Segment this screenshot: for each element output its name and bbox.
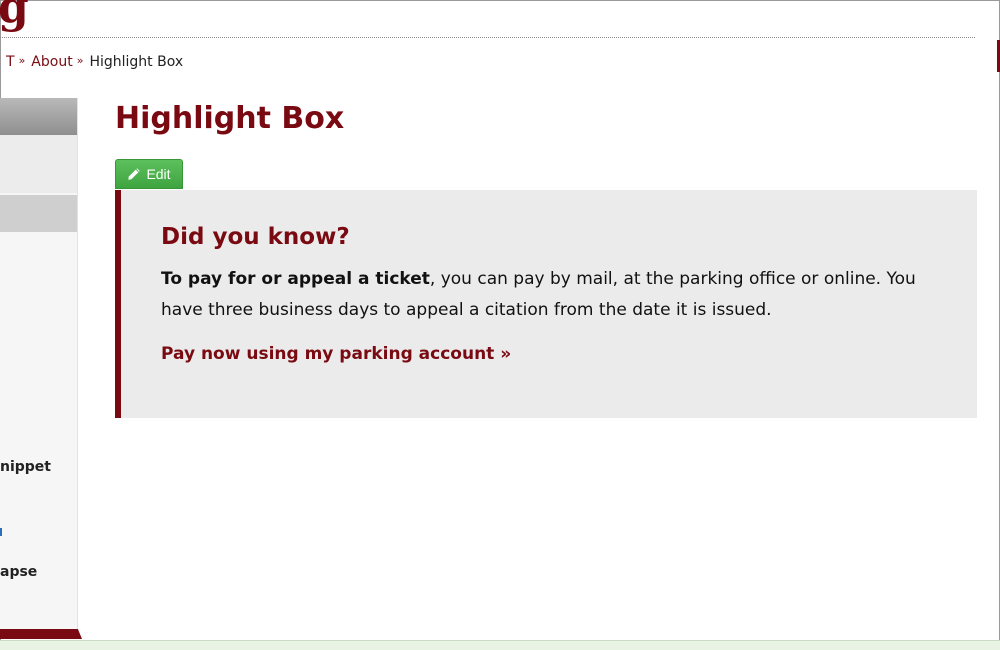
sidebar: nippet apse — [0, 98, 78, 638]
sidebar-footer-bar — [0, 629, 82, 639]
sidebar-header — [0, 98, 77, 135]
breadcrumb-link-home[interactable]: T — [6, 54, 15, 70]
edit-button[interactable]: Edit — [115, 159, 183, 189]
pay-now-link[interactable]: Pay now using my parking account » — [161, 344, 511, 364]
highlight-box: Did you know? To pay for or appeal a tic… — [115, 190, 977, 418]
breadcrumb-link-about[interactable]: About — [31, 54, 72, 70]
breadcrumb-current: Highlight Box — [89, 54, 184, 70]
header-divider — [0, 37, 975, 38]
breadcrumb-separator: » — [18, 54, 26, 67]
highlight-body: To pay for or appeal a ticket, you can p… — [161, 264, 937, 326]
highlight-heading: Did you know? — [161, 224, 350, 250]
sidebar-item-collapse[interactable]: apse — [0, 564, 37, 580]
edit-button-label: Edit — [146, 166, 171, 182]
pencil-icon — [128, 168, 141, 180]
sidebar-item-snippet[interactable]: nippet — [0, 459, 51, 475]
sidebar-link-marker — [0, 528, 2, 536]
site-logo[interactable]: g — [0, 0, 29, 30]
breadcrumb-separator: » — [76, 54, 84, 67]
sidebar-item-active[interactable] — [0, 195, 77, 232]
breadcrumb: T» About» Highlight Box — [6, 54, 183, 70]
sidebar-item[interactable] — [0, 135, 77, 193]
highlight-lead: To pay for or appeal a ticket — [161, 269, 430, 289]
page-title: Highlight Box — [115, 101, 345, 136]
status-strip — [0, 640, 1000, 650]
